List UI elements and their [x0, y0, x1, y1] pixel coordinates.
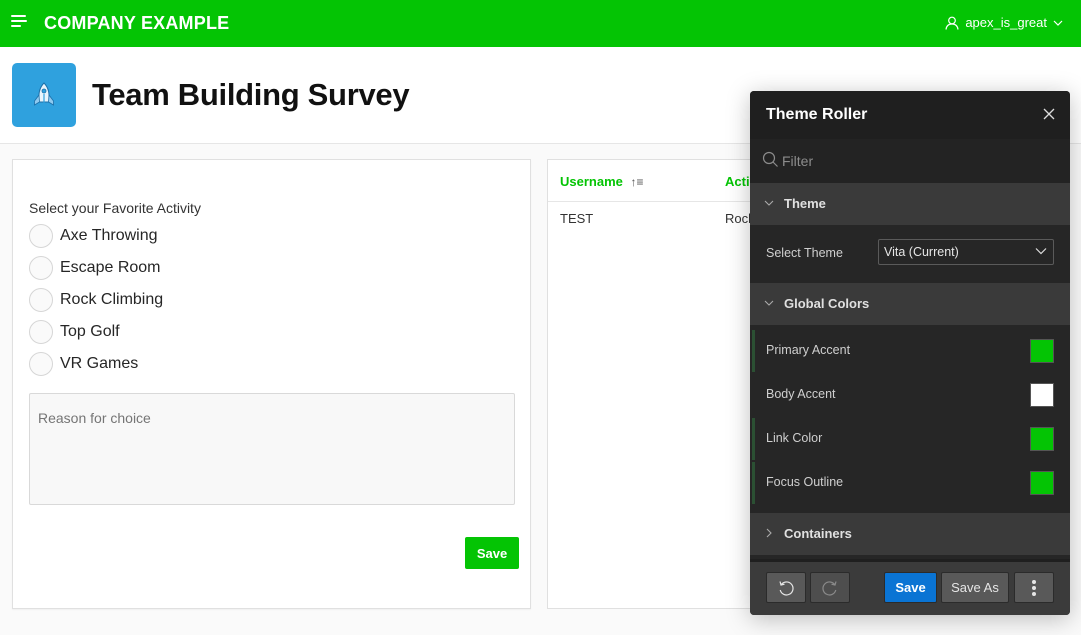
section-global-colors-toggle[interactable]: Global Colors [750, 283, 1070, 325]
user-icon [945, 16, 959, 30]
radio-label: Top Golf [60, 323, 120, 340]
radio-option-vr-games[interactable]: VR Games [29, 348, 163, 380]
chevron-right-icon [766, 528, 772, 538]
top-navigation-bar: COMPANY EXAMPLE apex_is_great [0, 0, 1081, 47]
select-theme-label: Select Theme [766, 246, 843, 260]
favorite-activity-label: Select your Favorite Activity [29, 200, 201, 216]
theme-roller-title: Theme Roller [766, 106, 868, 123]
user-menu-button[interactable]: apex_is_great [945, 15, 1063, 30]
radio-label: Axe Throwing [60, 227, 158, 244]
theme-roller-filter [750, 139, 1070, 183]
reason-textarea[interactable] [29, 393, 515, 505]
color-swatch[interactable] [1030, 471, 1054, 495]
page-title: Team Building Survey [92, 77, 410, 112]
color-row-focus-outline: Focus Outline [750, 461, 1070, 505]
radio-option-axe-throwing[interactable]: Axe Throwing [29, 220, 163, 252]
radio-label: Escape Room [60, 259, 161, 276]
theme-roller-dialog: Theme Roller Theme Select Theme Vita (Cu… [750, 91, 1070, 615]
chevron-down-icon [764, 300, 774, 306]
chevron-down-icon [764, 200, 774, 206]
select-theme-dropdown[interactable]: Vita (Current) [878, 239, 1054, 265]
radio-button[interactable] [29, 288, 53, 312]
radio-label: Rock Climbing [60, 291, 164, 308]
hero-icon-container [12, 63, 76, 127]
section-containers-toggle[interactable]: Containers [750, 513, 1070, 555]
theme-roller-header[interactable]: Theme Roller [750, 91, 1070, 139]
color-swatch[interactable] [1030, 427, 1054, 451]
theme-save-as-button[interactable]: Save As [941, 572, 1009, 603]
search-icon [762, 151, 778, 167]
radio-option-rock-climbing[interactable]: Rock Climbing [29, 284, 163, 316]
radio-option-top-golf[interactable]: Top Golf [29, 316, 163, 348]
radio-button[interactable] [29, 256, 53, 280]
filter-input[interactable] [782, 149, 1052, 173]
section-theme-toggle[interactable]: Theme [750, 183, 1070, 225]
radio-label: VR Games [60, 355, 139, 372]
color-row-body-accent: Body Accent [750, 373, 1070, 417]
hamburger-icon [11, 15, 26, 17]
column-header-username[interactable]: Username ↑≡ [560, 174, 644, 189]
modified-indicator [752, 330, 755, 372]
more-options-button[interactable] [1014, 572, 1054, 603]
undo-button[interactable] [766, 572, 806, 603]
close-icon[interactable] [1040, 105, 1058, 123]
undo-icon [779, 580, 794, 596]
modified-indicator [752, 418, 755, 460]
username-label: apex_is_great [965, 15, 1047, 30]
redo-icon [822, 580, 837, 596]
radio-button[interactable] [29, 224, 53, 248]
color-row-link-color: Link Color [750, 417, 1070, 461]
radio-button[interactable] [29, 352, 53, 376]
modified-indicator [752, 462, 755, 504]
app-brand[interactable]: COMPANY EXAMPLE [44, 13, 229, 34]
sort-ascending-icon: ↑≡ [630, 175, 644, 189]
table-cell-username: TEST [560, 211, 594, 226]
rocket-icon [34, 82, 54, 106]
theme-save-button[interactable]: Save [884, 572, 937, 603]
menu-toggle-button[interactable] [11, 15, 29, 31]
chevron-down-icon [1053, 20, 1063, 26]
color-swatch[interactable] [1030, 383, 1054, 407]
more-vertical-icon [1032, 579, 1036, 596]
color-row-primary-accent: Primary Accent [750, 329, 1070, 373]
redo-button[interactable] [810, 572, 850, 603]
radio-button[interactable] [29, 320, 53, 344]
theme-roller-footer: Save Save As [750, 559, 1070, 615]
select-theme-row: Select Theme Vita (Current) [750, 225, 1070, 283]
save-button[interactable]: Save [465, 537, 519, 569]
chevron-down-icon [1035, 248, 1047, 255]
radio-option-escape-room[interactable]: Escape Room [29, 252, 163, 284]
color-swatch[interactable] [1030, 339, 1054, 363]
favorite-activity-radio-group: Axe Throwing Escape Room Rock Climbing T… [29, 220, 163, 380]
column-header-activity[interactable]: Acti [725, 174, 750, 189]
survey-form-region: Select your Favorite Activity Axe Throwi… [12, 159, 531, 609]
